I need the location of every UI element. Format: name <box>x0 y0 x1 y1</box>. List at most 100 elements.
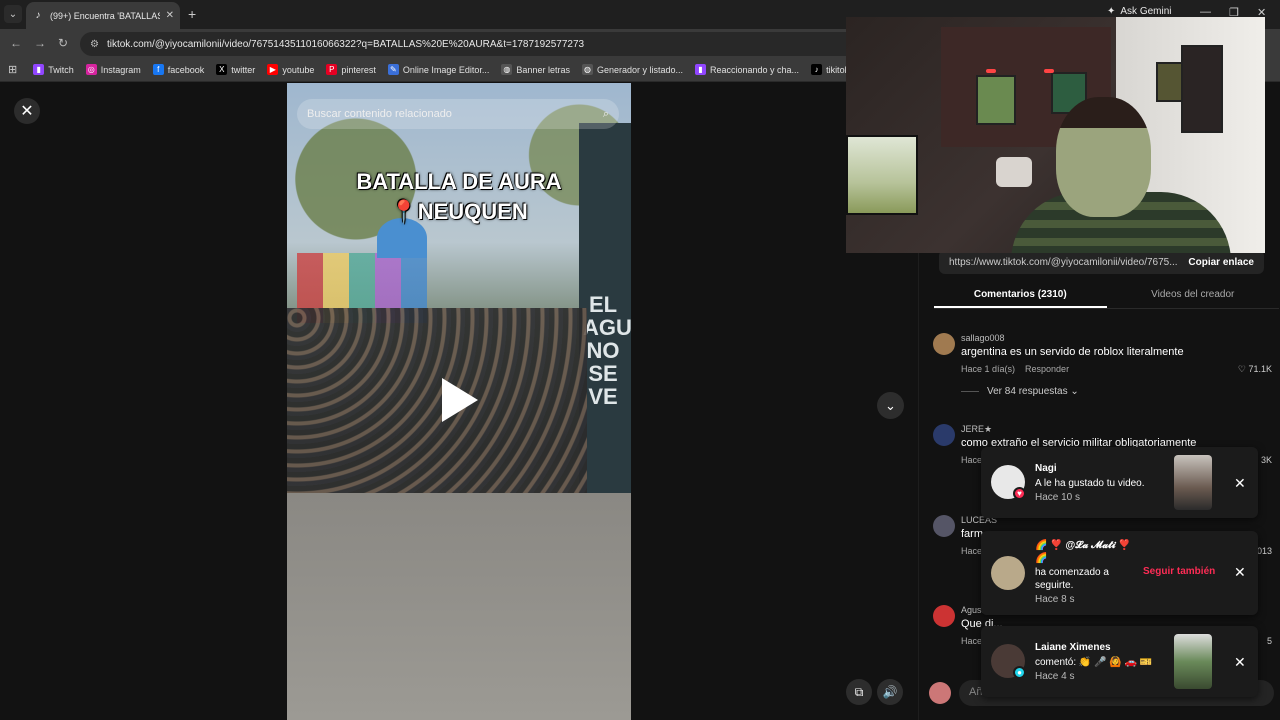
follow-back-button[interactable]: Seguir también <box>1143 566 1215 577</box>
bookmark-item[interactable]: ▮ Reaccionando y cha... <box>695 64 799 75</box>
picture-in-picture-icon: ⧉ <box>854 684 864 699</box>
bookmark-item[interactable]: f facebook <box>152 64 205 75</box>
webcam-overlay <box>846 17 1265 253</box>
avatar[interactable] <box>933 333 955 355</box>
notification-follow[interactable]: 🌈 ❣️ @𝓛𝓪 𝓜𝓪𝓽𝓲 ❣️ 🌈 ha comenzado a seguir… <box>981 531 1258 615</box>
bookmark-label: facebook <box>167 64 205 75</box>
view-replies-button[interactable]: Ver 84 respuestas ⌄ <box>961 386 1079 397</box>
pip-button[interactable]: ⧉ <box>846 679 872 705</box>
copy-link-button[interactable]: Copiar enlace <box>1188 257 1254 268</box>
webcam-lamp <box>1044 69 1054 73</box>
close-icon[interactable]: ✕ <box>1234 564 1246 581</box>
avatar[interactable] <box>933 424 955 446</box>
tab-list-button[interactable]: ⌄ <box>4 5 22 23</box>
avatar[interactable] <box>933 515 955 537</box>
chevron-down-icon: ⌄ <box>8 8 18 20</box>
comment-time: Hace <box>961 636 983 646</box>
browser-tab-active[interactable]: ♪ (99+) Encuentra 'BATALLAS E AU ✕ <box>26 2 180 29</box>
bookmark-item[interactable]: Xtwitter <box>216 64 255 75</box>
video-player[interactable]: EL AGUA NO SE VE Buscar contenido relaci… <box>287 83 631 720</box>
ask-gemini-button[interactable]: ✦ Ask Gemini <box>1107 6 1172 17</box>
avatar <box>929 682 951 704</box>
address-url: tiktok.com/@yiyocamilonii/video/76751435… <box>106 38 585 50</box>
notification-name: Nagi <box>1035 463 1057 474</box>
notification-thumbnail[interactable] <box>1174 634 1212 689</box>
tab-comments[interactable]: Comentarios (2310) <box>934 283 1107 308</box>
bookmark-favicon-icon: ▮ <box>695 64 706 75</box>
reload-icon[interactable]: ↻ <box>58 36 68 50</box>
comment-like-count[interactable]: 3K <box>1261 455 1272 465</box>
notification-time: Hace 4 s <box>1035 671 1075 682</box>
notification-text: ha comenzado a seguirte. <box>1035 567 1109 591</box>
next-video-button[interactable]: ⌄ <box>877 392 904 419</box>
comment-username[interactable]: JERE★ <box>961 424 992 435</box>
bookmark-favicon-icon: ◍ <box>501 64 513 75</box>
related-search-input[interactable]: Buscar contenido relacionado ⌕ <box>297 99 619 129</box>
notification-comment[interactable]: ● Laiane Ximenes comentó: 👏 🎤 🙆 🚗 🎫 Hace… <box>981 626 1258 697</box>
close-icon[interactable]: ✕ <box>1234 475 1246 492</box>
avatar[interactable] <box>933 605 955 627</box>
apps-grid-icon[interactable]: ⊞ <box>8 63 17 76</box>
bookmark-label: youtube <box>282 64 315 75</box>
webcam-person-face <box>1056 97 1151 217</box>
bookmark-item[interactable]: ◍ Banner letras <box>501 64 570 75</box>
comment-text: farm <box>961 528 983 540</box>
bookmark-item[interactable]: ◍ Generador y listado... <box>581 64 683 75</box>
notification-name: Laiane Ximenes <box>1035 642 1111 653</box>
bookmark-label: twitter <box>231 64 256 75</box>
bookmark-favicon-icon: ◍ <box>581 64 593 75</box>
notification-text: comentó: 👏 🎤 🙆 🚗 🎫 <box>1035 657 1153 668</box>
comment-username[interactable]: sallago008 <box>961 333 1005 343</box>
notification-time: Hace 8 s <box>1035 594 1075 605</box>
close-icon: ✕ <box>20 103 34 120</box>
bookmark-favicon-icon: P <box>326 64 338 75</box>
view-replies-label: Ver 84 respuestas ⌄ <box>987 386 1079 397</box>
chevron-down-icon: ⌄ <box>885 397 896 413</box>
bookmark-favicon-icon: ✎ <box>387 64 399 75</box>
bookmark-item[interactable]: ◎ Instagram <box>85 64 141 75</box>
volume-button[interactable]: 🔊 <box>877 679 903 705</box>
comment-like-count[interactable]: 5 <box>1267 636 1272 646</box>
comment-like-count[interactable]: ♡ 71.1K <box>1238 364 1272 375</box>
close-icon[interactable]: ✕ <box>1234 654 1246 671</box>
bookmark-item[interactable]: ✎ Online Image Editor... <box>387 64 490 75</box>
notification-like[interactable]: ♥ Nagi A le ha gustado tu video. Hace 10… <box>981 447 1258 518</box>
panel-tabs: Comentarios (2310) Videos del creador <box>934 283 1279 309</box>
close-video-button[interactable]: ✕ <box>14 98 40 124</box>
bookmark-item[interactable]: ▮ Twitch <box>33 64 74 75</box>
bookmark-label: Reaccionando y cha... <box>710 64 800 75</box>
bookmark-item[interactable]: Ppinterest <box>326 64 376 75</box>
volume-icon: 🔊 <box>882 685 898 699</box>
comment-meta: Hace 1 día(s) Responder <box>961 364 1069 374</box>
bookmark-label: pinterest <box>341 64 376 75</box>
notification-thumbnail[interactable] <box>1174 455 1212 510</box>
bookmark-label: Banner letras <box>516 64 570 75</box>
back-icon[interactable]: ← <box>10 36 22 50</box>
search-icon[interactable]: ⌕ <box>603 108 609 121</box>
tab-close-icon[interactable]: ✕ <box>166 10 174 21</box>
play-icon[interactable] <box>442 378 478 422</box>
bookmark-label: Online Image Editor... <box>402 64 490 75</box>
bookmark-label: Twitch <box>48 64 74 75</box>
bookmark-favicon-icon: f <box>152 64 164 75</box>
comment-text: argentina es un servido de roblox litera… <box>961 346 1184 358</box>
forward-icon[interactable]: → <box>34 36 46 50</box>
reply-button[interactable]: Responder <box>1025 364 1069 374</box>
comment-like-count[interactable]: 013 <box>1257 546 1272 556</box>
bookmark-label: Instagram <box>100 64 141 75</box>
webcam-picture <box>976 75 1016 125</box>
comment-time: Hace <box>961 455 983 465</box>
video-caption-line2: 📍NEUQUEN <box>390 199 528 224</box>
new-tab-button[interactable]: + <box>188 6 196 22</box>
site-info-icon[interactable]: ⚙ <box>90 39 99 50</box>
webcam-chair <box>996 157 1032 187</box>
bookmark-favicon-icon: ◎ <box>85 64 97 75</box>
webcam-lamp <box>986 69 996 73</box>
share-url: https://www.tiktok.com/@yiyocamilonii/vi… <box>949 256 1178 268</box>
webcam-picture <box>1181 45 1223 133</box>
tab-creator-videos[interactable]: Videos del creador <box>1107 283 1280 308</box>
bookmark-favicon-icon: ▶ <box>267 64 279 75</box>
bookmark-item[interactable]: ▶ youtube <box>267 64 314 75</box>
avatar <box>991 556 1025 590</box>
bookmark-favicon-icon: ▮ <box>33 64 45 75</box>
